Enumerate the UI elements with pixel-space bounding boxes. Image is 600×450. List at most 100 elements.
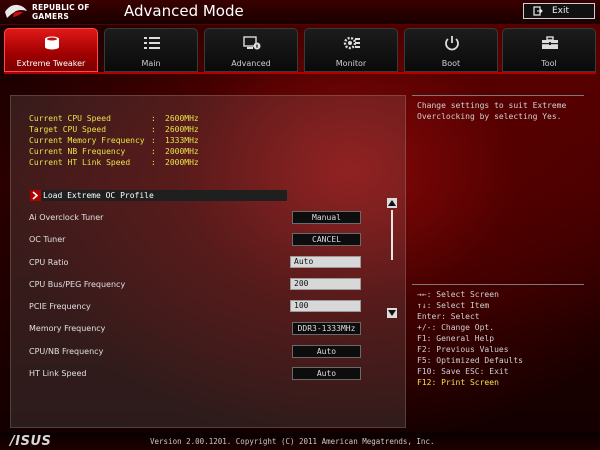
ht-link-speed-dropdown[interactable]: Auto [292,367,361,380]
tab-label: Boot [441,59,461,68]
info-row: Current Memory Frequency : 1333MHz [29,136,229,147]
key-hint-print-screen: F12: Print Screen [417,378,499,387]
advanced-info-icon [243,36,261,50]
tab-monitor[interactable]: Monitor [304,28,398,72]
tab-label: Tool [541,59,557,68]
info-value: 2600MHz [165,125,199,134]
tab-bar: Extreme Tweaker Main Advanced Monitor Bo… [4,28,596,72]
power-icon [445,36,459,51]
info-value: 2000MHz [165,158,199,167]
help-divider-top [412,95,584,96]
info-label: Current NB Frequency [29,147,126,156]
tweaker-icon [45,36,59,50]
key-hint: F2: Previous Values [417,345,509,354]
info-row: Current HT Link Speed : 2000MHz [29,158,229,169]
setting-cpu-nb-frequency: CPU/NB Frequency Auto [29,345,369,359]
key-hint: +/-: Change Opt. [417,323,495,332]
rog-eye-icon [5,4,27,18]
scroll-down-button[interactable] [387,308,397,318]
triangle-up-icon [388,200,396,206]
footer-bar: /ISUS Version 2.00.1201. Copyright (C) 2… [0,432,600,450]
pcie-frequency-input[interactable]: 100 [290,300,361,312]
brand-line-1: REPUBLIC OF [32,3,90,12]
key-hint: F5: Optimized Defaults [417,356,523,365]
tab-label: Main [141,59,161,68]
triangle-down-icon [388,310,396,316]
tab-underline [4,72,596,74]
help-divider-mid [412,284,584,285]
key-hint: ↑↓: Select Item [417,301,490,310]
tab-label: Extreme Tweaker [16,59,86,68]
key-hint: F10: Save ESC: Exit [417,367,509,376]
tab-tool[interactable]: Tool [502,28,596,72]
key-hint: F1: General Help [417,334,495,343]
help-panel: Change settings to suit Extreme Overcloc… [412,95,592,428]
scroll-thumb[interactable] [391,210,393,260]
setting-label: Ai Overclock Tuner [29,213,104,222]
tab-label: Monitor [335,59,367,68]
brand-line-2: GAMERS [32,12,69,21]
info-row: Target CPU Speed : 2600MHz [29,125,229,136]
setting-label: OC Tuner [29,235,66,244]
setting-ai-overclock-tuner: Ai Overclock Tuner Manual [29,211,369,225]
setting-label: CPU Ratio [29,258,69,267]
tab-advanced[interactable]: Advanced [204,28,298,72]
setting-label: PCIE Frequency [29,302,91,311]
info-separator: : [151,147,156,156]
setting-cpu-ratio: CPU Ratio Auto [29,256,369,270]
setting-label: CPU/NB Frequency [29,347,104,356]
info-label: Target CPU Speed [29,125,107,134]
profile-label: Load Extreme OC Profile [43,191,154,200]
ai-overclock-tuner-dropdown[interactable]: Manual [292,211,361,224]
cpu-ratio-input[interactable]: Auto [290,256,361,268]
tab-boot[interactable]: Boot [404,28,498,72]
setting-oc-tuner: OC Tuner CANCEL [29,233,369,247]
key-hint: Enter: Select [417,312,480,321]
rog-brand-text: REPUBLIC OF GAMERS [32,3,90,21]
exit-door-icon [533,6,543,16]
info-value: 2000MHz [165,147,199,156]
setting-cpu-bus-peg-frequency: CPU Bus/PEG Frequency 200 [29,278,369,292]
header-bar: REPUBLIC OF GAMERS Advanced Mode Exit [0,0,600,25]
setting-memory-frequency: Memory Frequency DDR3-1333MHz [29,322,369,336]
info-value: 2600MHz [165,114,199,123]
settings-panel: Current CPU Speed : 2600MHz Target CPU S… [10,95,406,428]
setting-ht-link-speed: HT Link Speed Auto [29,367,369,381]
scroll-up-button[interactable] [387,198,397,208]
mode-title: Advanced Mode [124,2,244,20]
oc-tuner-dropdown[interactable]: CANCEL [292,233,361,246]
info-label: Current HT Link Speed [29,158,131,167]
list-icon [144,37,160,49]
memory-frequency-dropdown[interactable]: DDR3-1333MHz [292,322,361,335]
setting-pcie-frequency: PCIE Frequency 100 [29,300,369,314]
info-row: Current NB Frequency : 2000MHz [29,147,229,158]
tab-extreme-tweaker[interactable]: Extreme Tweaker [4,28,98,72]
info-row: Current CPU Speed : 2600MHz [29,114,229,125]
rog-logo: REPUBLIC OF GAMERS [4,2,114,22]
exit-button[interactable]: Exit [523,3,595,19]
asus-logo: /ISUS [10,434,52,449]
version-text: Version 2.00.1201. Copyright (C) 2011 Am… [150,437,435,446]
exit-label: Exit [552,6,570,16]
info-separator: : [151,136,156,145]
info-separator: : [151,125,156,134]
info-separator: : [151,114,156,123]
info-separator: : [151,158,156,167]
key-hint: →←: Select Screen [417,290,499,299]
setting-label: Memory Frequency [29,324,106,333]
info-label: Current Memory Frequency [29,136,145,145]
tab-main[interactable]: Main [104,28,198,72]
monitor-gear-icon [343,36,360,50]
load-extreme-oc-profile-item[interactable]: Load Extreme OC Profile [30,190,287,201]
cpu-nb-frequency-dropdown[interactable]: Auto [292,345,361,358]
toolbox-icon [542,36,558,49]
setting-label: HT Link Speed [29,369,87,378]
help-description: Change settings to suit Extreme Overcloc… [417,101,567,121]
cpu-bus-peg-frequency-input[interactable]: 200 [290,278,361,290]
tab-label: Advanced [231,59,271,68]
info-label: Current CPU Speed [29,114,111,123]
submenu-arrow-icon [30,190,41,201]
info-value: 1333MHz [165,136,199,145]
setting-label: CPU Bus/PEG Frequency [29,280,126,289]
scrollbar[interactable] [387,198,397,318]
